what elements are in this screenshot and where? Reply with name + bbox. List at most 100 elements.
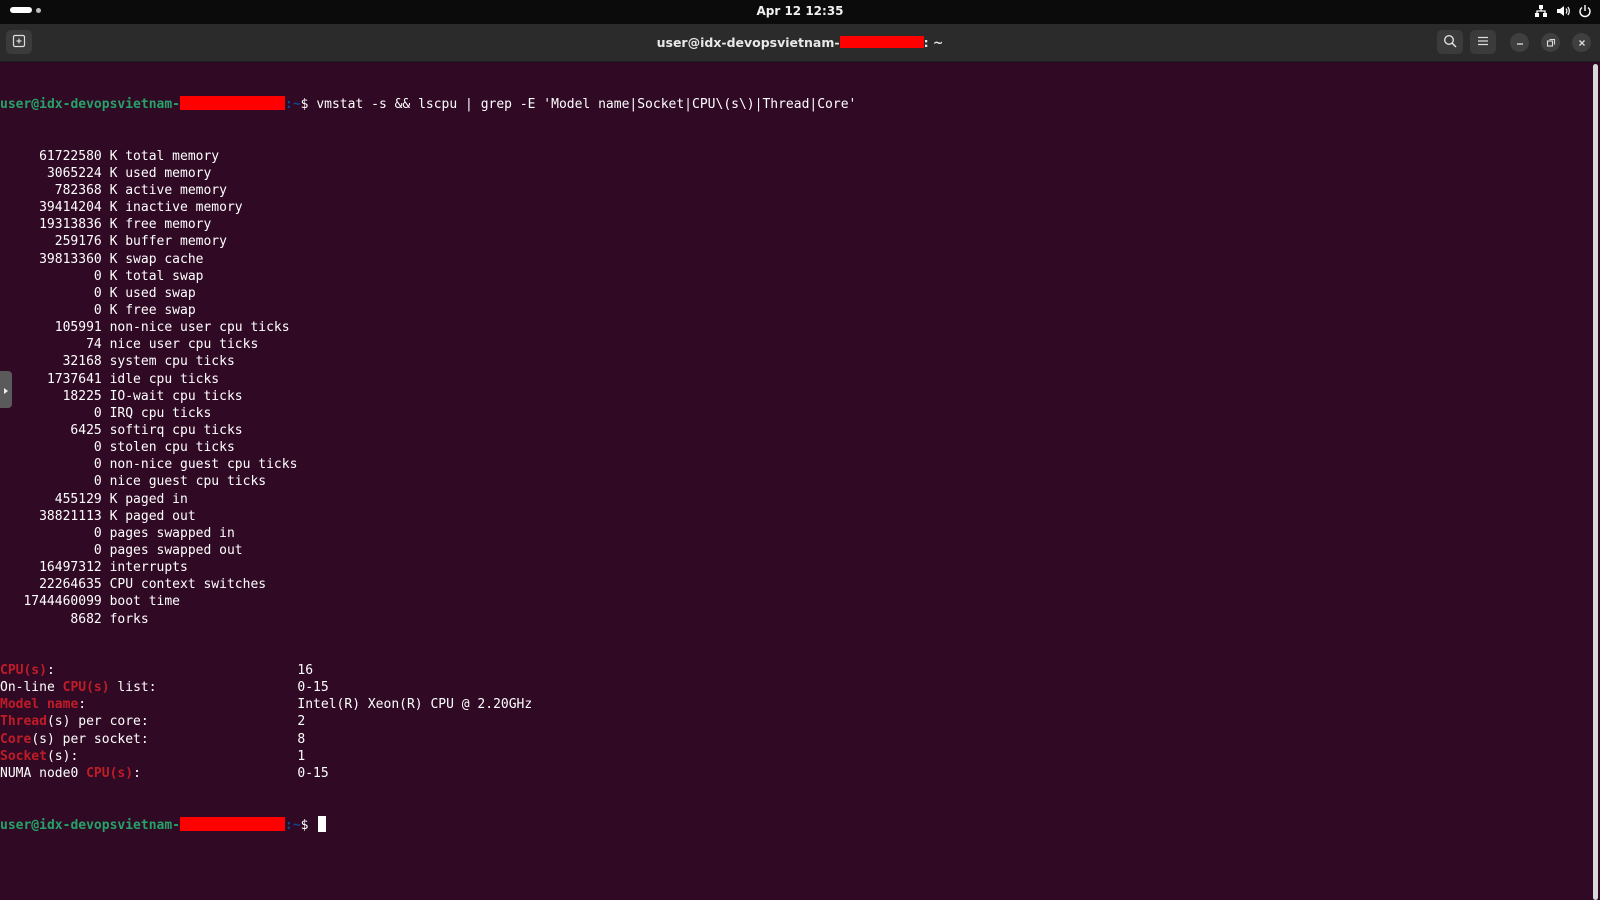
vmstat-value: 0 <box>93 285 102 301</box>
grep-match: Socket <box>0 748 47 764</box>
vmstat-value: 74 <box>86 337 102 353</box>
vmstat-label: K active memory <box>109 183 227 199</box>
vmstat-label: interrupts <box>109 560 188 576</box>
command-line: user@idx-devopsvietnam-:~$ vmstat -s && … <box>0 96 1590 113</box>
lscpu-key-text: : <box>46 663 55 679</box>
system-tray[interactable] <box>1534 4 1592 18</box>
lscpu-value: 0-15 <box>297 765 329 781</box>
vmstat-value: 39813360 <box>39 251 102 267</box>
lscpu-value: 1 <box>297 748 306 764</box>
volume-icon[interactable] <box>1556 4 1570 18</box>
prompt-path: :~ <box>285 97 301 113</box>
vmstat-row: 1737641 idle cpu ticks <box>0 371 1590 388</box>
lscpu-key: On-line CPU(s) list: <box>0 679 297 696</box>
vmstat-value: 39414204 <box>39 200 102 216</box>
vmstat-row: 74 nice user cpu ticks <box>0 336 1590 353</box>
lscpu-row: Socket(s): 1 <box>0 748 1590 765</box>
vmstat-label: system cpu ticks <box>109 354 235 370</box>
vmstat-row: 3065224 K used memory <box>0 165 1590 182</box>
clock[interactable]: Apr 12 12:35 <box>0 4 1600 18</box>
current-prompt-line[interactable]: user@idx-devopsvietnam-:~$ <box>0 816 1590 833</box>
vmstat-row: 0 K used swap <box>0 285 1590 302</box>
vmstat-row: 8682 forks <box>0 611 1590 628</box>
vmstat-value: 19313836 <box>39 217 102 233</box>
vmstat-label: boot time <box>109 594 181 610</box>
lscpu-key: Model name: <box>0 696 297 713</box>
vmstat-label: K used swap <box>109 285 196 301</box>
lscpu-key: CPU(s): <box>0 662 297 679</box>
vmstat-value: 0 <box>93 405 102 421</box>
lscpu-output: CPU(s): 16 On-line CPU(s) list: 0-15 Model n… <box>0 662 1590 782</box>
vmstat-row: 0 non-nice guest cpu ticks <box>0 456 1590 473</box>
window-title-path: : ~ <box>923 35 944 50</box>
lscpu-key: Core(s) per socket: <box>0 731 297 748</box>
vmstat-label: softirq cpu ticks <box>109 423 243 439</box>
vmstat-label: K used memory <box>109 165 212 181</box>
command-text: vmstat -s && lscpu | grep -E 'Model name… <box>316 97 857 113</box>
hamburger-menu-icon <box>1476 33 1490 52</box>
vmstat-value: 0 <box>93 525 102 541</box>
vmstat-label: K paged out <box>109 508 196 524</box>
prompt-user: user@idx-devopsvietnam- <box>0 818 181 834</box>
vmstat-row: 0 pages swapped in <box>0 525 1590 542</box>
terminal-headerbar: user@idx-devopsvietnam-: ~ <box>0 24 1600 62</box>
vmstat-label: CPU context switches <box>109 577 267 593</box>
lscpu-row: Core(s) per socket: 8 <box>0 731 1590 748</box>
lscpu-row: Thread(s) per core: 2 <box>0 713 1590 730</box>
lscpu-key-text: : <box>78 697 87 713</box>
network-icon[interactable] <box>1534 4 1548 18</box>
lscpu-key-text: NUMA node0 <box>0 765 87 781</box>
vmstat-value: 0 <box>93 440 102 456</box>
vmstat-row: 0 stolen cpu ticks <box>0 439 1590 456</box>
vmstat-row: 38821113 K paged out <box>0 508 1590 525</box>
vmstat-row: 105991 non-nice user cpu ticks <box>0 319 1590 336</box>
vmstat-label: K total memory <box>109 148 220 164</box>
vmstat-label: IRQ cpu ticks <box>109 405 212 421</box>
grep-match: CPU(s) <box>0 663 47 679</box>
terminal-scrollbar[interactable] <box>1593 64 1598 900</box>
vmstat-row: 0 IRQ cpu ticks <box>0 405 1590 422</box>
vmstat-row: 782368 K active memory <box>0 182 1590 199</box>
vmstat-label: nice user cpu ticks <box>109 337 259 353</box>
vmstat-row: 39414204 K inactive memory <box>0 199 1590 216</box>
vmstat-row: 0 K total swap <box>0 268 1590 285</box>
vmstat-label: K total swap <box>109 268 204 284</box>
restore-button[interactable] <box>1541 33 1560 52</box>
terminal-output[interactable]: user@idx-devopsvietnam-:~$ vmstat -s && … <box>0 62 1590 900</box>
vmstat-label: K free swap <box>109 303 196 319</box>
vmstat-label: K paged in <box>109 491 188 507</box>
vmstat-label: pages swapped in <box>109 525 235 541</box>
search-button[interactable] <box>1437 30 1463 54</box>
vmstat-value: 6425 <box>70 423 102 439</box>
lscpu-key-text: (s) per core: <box>46 714 149 730</box>
prompt-user: user@idx-devopsvietnam- <box>0 97 181 113</box>
vmstat-value: 0 <box>93 474 102 490</box>
lscpu-value: 2 <box>297 714 306 730</box>
lscpu-value: Intel(R) Xeon(R) CPU @ 2.20GHz <box>297 697 533 713</box>
lscpu-value: 16 <box>297 663 314 679</box>
vmstat-value: 0 <box>93 303 102 319</box>
vmstat-row: 1744460099 boot time <box>0 593 1590 610</box>
vmstat-value: 1744460099 <box>23 594 102 610</box>
lscpu-row: On-line CPU(s) list: 0-15 <box>0 679 1590 696</box>
minimize-button[interactable] <box>1510 33 1529 52</box>
menu-button[interactable] <box>1470 30 1496 54</box>
vmstat-label: nice guest cpu ticks <box>109 474 267 490</box>
side-panel-handle[interactable] <box>0 371 12 408</box>
prompt-path: :~ <box>285 818 301 834</box>
minimize-icon <box>1515 33 1525 52</box>
vmstat-value: 3065224 <box>46 165 102 181</box>
vmstat-value: 455129 <box>54 491 102 507</box>
lscpu-row: Model name: Intel(R) Xeon(R) CPU @ 2.20GH… <box>0 696 1590 713</box>
vmstat-row: 32168 system cpu ticks <box>0 353 1590 370</box>
lscpu-key-text: (s): <box>46 748 79 764</box>
vmstat-value: 16497312 <box>39 560 102 576</box>
redacted-hostname <box>839 36 924 48</box>
vmstat-row: 455129 K paged in <box>0 491 1590 508</box>
power-icon[interactable] <box>1578 4 1592 18</box>
vmstat-row: 22264635 CPU context switches <box>0 576 1590 593</box>
vmstat-label: idle cpu ticks <box>109 371 220 387</box>
lscpu-value: 0-15 <box>297 680 329 696</box>
lscpu-row: CPU(s): 16 <box>0 662 1590 679</box>
close-button[interactable] <box>1572 33 1591 52</box>
